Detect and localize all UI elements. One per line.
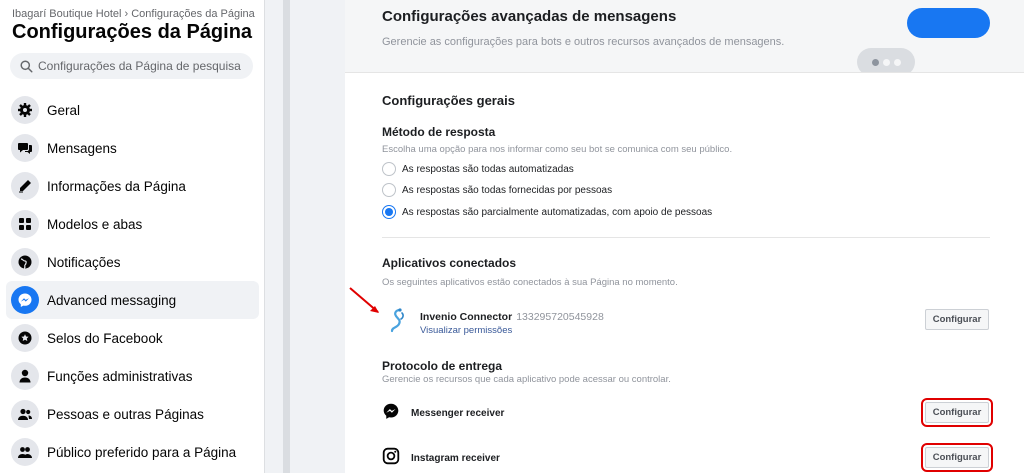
sidebar-item-label: Modelos e abas bbox=[47, 216, 143, 232]
radio-label: As respostas são parcialmente automatiza… bbox=[402, 206, 713, 218]
delivery-protocol-title: Protocolo de entrega bbox=[382, 359, 503, 373]
instagram-receiver-row: Instagram receiver bbox=[382, 447, 500, 470]
people-icon bbox=[11, 400, 39, 428]
radio-label: As respostas são todas fornecidas por pe… bbox=[402, 184, 613, 196]
sidebar-item-label: Notificações bbox=[47, 254, 121, 270]
scrollbar-track[interactable] bbox=[283, 0, 290, 473]
pencil-icon bbox=[11, 172, 39, 200]
breadcrumb[interactable]: Ibagarí Boutique Hotel › Configurações d… bbox=[12, 8, 255, 20]
sidebar-item-funcoes[interactable]: Funções administrativas bbox=[6, 357, 259, 395]
sidebar-item-informacoes[interactable]: Informações da Página bbox=[6, 167, 259, 205]
response-method-title: Método de resposta bbox=[382, 125, 496, 139]
sidebar-item-geral[interactable]: Geral bbox=[6, 91, 259, 129]
loading-dot bbox=[882, 58, 890, 66]
sidebar-item-label: Pessoas e outras Páginas bbox=[47, 406, 204, 422]
star-badge-icon bbox=[11, 324, 39, 352]
advanced-messaging-card: Configurações avançadas de mensagens Ger… bbox=[345, 0, 1024, 72]
sidebar-item-publico[interactable]: Público preferido para a Página bbox=[6, 433, 259, 471]
settings-nav: Geral Mensagens Informações da Página Mo… bbox=[6, 91, 259, 471]
page-title: Configurações da Página bbox=[12, 21, 253, 43]
section-description: Gerencie as configurações para bots e ou… bbox=[382, 36, 785, 48]
connected-app-row: Invenio Connector 133295720545928 Visuali… bbox=[382, 305, 990, 339]
globe-icon bbox=[11, 248, 39, 276]
audience-icon bbox=[11, 438, 39, 466]
messenger-receiver-row: Messenger receiver bbox=[382, 402, 504, 425]
general-settings-card: Configurações gerais Método de resposta … bbox=[345, 72, 1024, 473]
gear-icon bbox=[11, 96, 39, 124]
connected-apps-description: Os seguintes aplicativos estão conectado… bbox=[382, 277, 678, 288]
chat-bubbles-icon bbox=[11, 134, 39, 162]
sidebar-item-label: Geral bbox=[47, 102, 81, 118]
sidebar-item-label: Informações da Página bbox=[47, 178, 186, 194]
sidebar-item-pessoas[interactable]: Pessoas e outras Páginas bbox=[6, 395, 259, 433]
sidebar-item-label: Mensagens bbox=[47, 140, 117, 156]
messenger-icon bbox=[11, 286, 39, 314]
sidebar-item-label: Público preferido para a Página bbox=[47, 444, 237, 460]
sidebar-item-selos[interactable]: Selos do Facebook bbox=[6, 319, 259, 357]
search-input[interactable] bbox=[38, 59, 248, 73]
sidebar-item-label: Advanced messaging bbox=[47, 292, 177, 308]
app-name-text: Invenio Connector bbox=[420, 311, 513, 323]
radio-button[interactable] bbox=[382, 162, 396, 176]
delivery-protocol-description: Gerencie os recursos que cada aplicativo… bbox=[382, 374, 671, 385]
sidebar-item-notificacoes[interactable]: Notificações bbox=[6, 243, 259, 281]
instagram-icon bbox=[382, 447, 400, 470]
invenio-logo-icon bbox=[388, 307, 408, 340]
messenger-icon bbox=[382, 402, 400, 425]
configure-messenger-button[interactable]: Configurar bbox=[921, 398, 993, 427]
section-title: Configurações avançadas de mensagens bbox=[382, 8, 677, 25]
loading-dot bbox=[893, 58, 901, 66]
app-id: 133295720545928 bbox=[516, 311, 604, 323]
radio-button-checked[interactable] bbox=[382, 205, 396, 219]
radio-button[interactable] bbox=[382, 183, 396, 197]
settings-search[interactable] bbox=[10, 53, 253, 79]
primary-action-button[interactable] bbox=[907, 8, 990, 38]
search-icon bbox=[20, 59, 33, 73]
configure-instagram-button[interactable]: Configurar bbox=[921, 443, 993, 472]
section-divider bbox=[382, 237, 990, 238]
response-option-human[interactable]: As respostas são todas fornecidas por pe… bbox=[382, 183, 612, 197]
connected-apps-title: Aplicativos conectados bbox=[382, 256, 517, 270]
loading-dot bbox=[871, 58, 879, 66]
response-option-automated[interactable]: As respostas são todas automatizadas bbox=[382, 162, 574, 176]
person-icon bbox=[11, 362, 39, 390]
response-option-partial[interactable]: As respostas são parcialmente automatiza… bbox=[382, 205, 712, 219]
receiver-label: Instagram receiver bbox=[411, 453, 500, 464]
grid-icon bbox=[11, 210, 39, 238]
sidebar-item-mensagens[interactable]: Mensagens bbox=[6, 129, 259, 167]
sidebar-item-label: Funções administrativas bbox=[47, 368, 193, 384]
sidebar-item-label: Selos do Facebook bbox=[47, 330, 163, 346]
app-name: Invenio Connector 133295720545928 bbox=[420, 311, 604, 323]
sidebar-item-advanced-messaging[interactable]: Advanced messaging bbox=[6, 281, 259, 319]
receiver-label: Messenger receiver bbox=[411, 408, 505, 419]
view-permissions-link[interactable]: Visualizar permissões bbox=[420, 325, 512, 336]
configure-app-button[interactable]: Configurar bbox=[925, 309, 989, 330]
response-method-description: Escolha uma opção para nos informar como… bbox=[382, 144, 733, 155]
sidebar-item-modelos[interactable]: Modelos e abas bbox=[6, 205, 259, 243]
content-gutter bbox=[265, 0, 345, 473]
settings-sidebar: Ibagarí Boutique Hotel › Configurações d… bbox=[0, 0, 265, 473]
radio-label: As respostas são todas automatizadas bbox=[402, 163, 574, 175]
general-settings-title: Configurações gerais bbox=[382, 93, 515, 108]
annotation-arrow-icon bbox=[349, 287, 379, 313]
